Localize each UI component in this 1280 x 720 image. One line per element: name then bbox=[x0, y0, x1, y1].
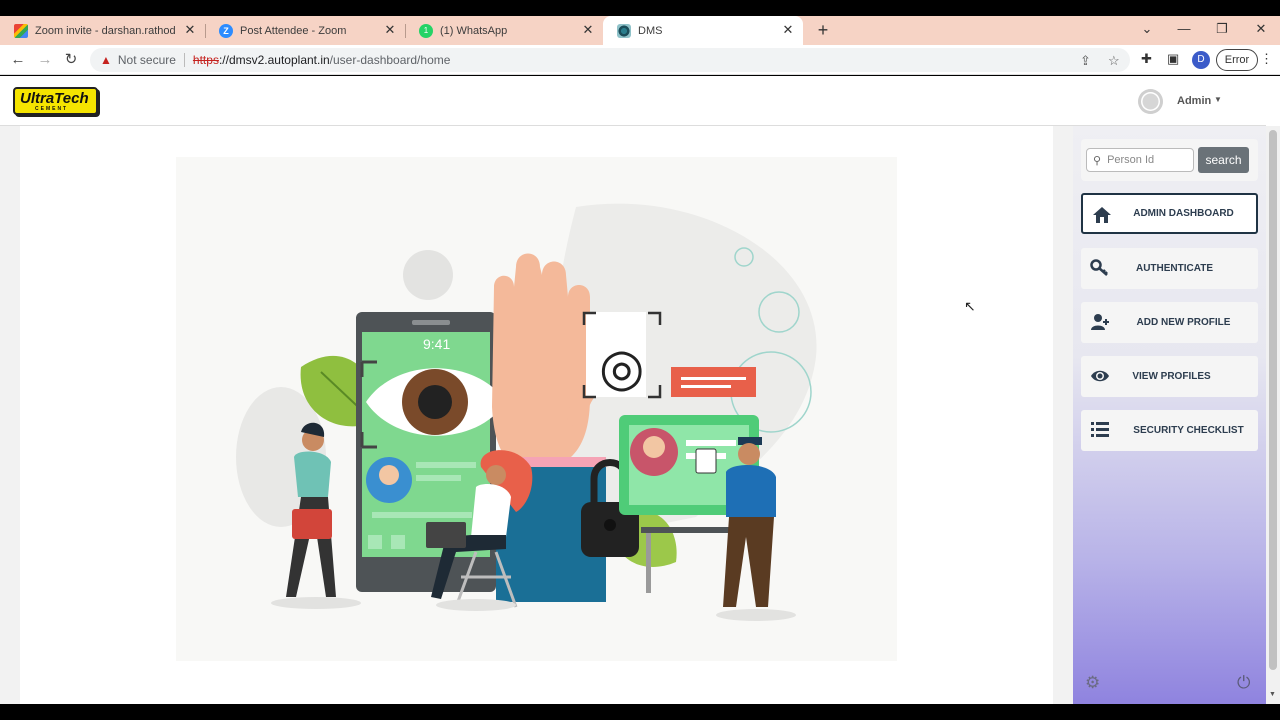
extensions-puzzle-icon[interactable]: ✚ bbox=[1141, 51, 1152, 67]
browser-menu-icon[interactable]: ⋮ bbox=[1260, 51, 1273, 67]
error-badge-button[interactable]: Error bbox=[1216, 49, 1258, 71]
right-margin bbox=[1053, 126, 1073, 704]
browser-toolbar: ← → ↻ ▲ Not secure https ://dmsv2.autopl… bbox=[0, 45, 1280, 75]
url-path: /user-dashboard/home bbox=[329, 53, 451, 67]
gmail-icon bbox=[14, 23, 28, 38]
mouse-cursor-icon: ↖ bbox=[964, 298, 976, 314]
person-search-panel: ⚲ search bbox=[1081, 139, 1258, 181]
close-icon[interactable]: ✕ bbox=[383, 23, 397, 37]
sidebar-item-label: AUTHENTICATE bbox=[1135, 263, 1214, 274]
tab-title: Zoom invite - darshan.rathod@d bbox=[35, 24, 175, 37]
security-illustration: 9:41 ◎ bbox=[176, 157, 897, 661]
dms-icon bbox=[617, 23, 631, 38]
forward-arrow-icon[interactable]: → bbox=[36, 51, 54, 69]
sidebar-item-label: VIEW PROFILES bbox=[1132, 371, 1211, 382]
profile-avatar[interactable]: D bbox=[1192, 51, 1210, 69]
left-margin bbox=[0, 126, 20, 704]
screen-top-border bbox=[0, 0, 1280, 16]
tab-title: DMS bbox=[638, 24, 663, 37]
search-button[interactable]: search bbox=[1198, 147, 1249, 173]
url-host: ://dmsv2.autoplant.in bbox=[218, 53, 330, 67]
tab-title: Post Attendee - Zoom bbox=[240, 24, 347, 37]
minimize-icon[interactable]: — bbox=[1174, 20, 1194, 38]
sidebar-item-view-profiles[interactable]: VIEW PROFILES bbox=[1081, 356, 1258, 397]
tab-dms[interactable]: DMS ✕ bbox=[603, 16, 803, 45]
ultratech-logo[interactable]: UltraTech CEMENT bbox=[13, 87, 98, 115]
back-arrow-icon[interactable]: ← bbox=[9, 51, 27, 69]
close-icon[interactable]: ✕ bbox=[581, 23, 595, 37]
svg-text:◎: ◎ bbox=[599, 338, 644, 398]
close-icon[interactable]: ✕ bbox=[781, 23, 795, 37]
tab-search-chevron-icon[interactable]: ⌄ bbox=[1137, 20, 1157, 38]
sidebar-item-security-checklist[interactable]: SECURITY CHECKLIST bbox=[1081, 410, 1258, 451]
tab-zoom[interactable]: Z Post Attendee - Zoom ✕ bbox=[205, 16, 405, 45]
phone-time: 9:41 bbox=[423, 336, 450, 352]
screen-bottom-border bbox=[0, 704, 1280, 720]
address-bar[interactable]: ▲ Not secure https ://dmsv2.autoplant.in… bbox=[90, 48, 1130, 72]
sidebar-item-admin-dashboard[interactable]: ADMIN DASHBOARD bbox=[1081, 193, 1258, 234]
side-panel-icon[interactable]: ▣ bbox=[1167, 51, 1179, 67]
url-scheme: https bbox=[192, 53, 219, 67]
page-scrollbar[interactable]: ▼ bbox=[1266, 126, 1280, 704]
app-page: UltraTech CEMENT Admin ▼ 9:41 ◎ ↖ ⚲ Pers… bbox=[0, 76, 1280, 704]
reload-icon[interactable]: ↻ bbox=[62, 51, 80, 69]
sidebar-item-add-new-profile[interactable]: ADD NEW PROFILE bbox=[1081, 302, 1258, 343]
tab-whatsapp[interactable]: 1 (1) WhatsApp ✕ bbox=[405, 16, 603, 45]
share-icon[interactable]: ⇪ bbox=[1080, 53, 1091, 69]
new-tab-button[interactable]: + bbox=[814, 20, 832, 40]
browser-tab-strip: Zoom invite - darshan.rathod@d ✕ Z Post … bbox=[0, 16, 1280, 45]
search-icon: ⚲ bbox=[1093, 154, 1102, 167]
whatsapp-icon: 1 bbox=[419, 23, 433, 38]
maximize-icon[interactable]: ❐ bbox=[1212, 20, 1232, 38]
sidebar-footer: ⚙ ⏻ bbox=[1073, 666, 1266, 704]
right-sidebar: ⚲ search ADMIN DASHBOARD AUTHENTICATE AD… bbox=[1073, 126, 1266, 704]
security-label: Not secure bbox=[117, 53, 176, 67]
sidebar-item-label: ADD NEW PROFILE bbox=[1136, 317, 1231, 328]
main-content: 9:41 ◎ ↖ bbox=[20, 126, 1053, 704]
logo-subtext: CEMENT bbox=[35, 106, 69, 112]
user-name[interactable]: Admin bbox=[1177, 95, 1211, 107]
scroll-down-arrow-icon[interactable]: ▼ bbox=[1269, 691, 1276, 698]
close-icon[interactable]: ✕ bbox=[183, 23, 197, 37]
user-avatar-icon[interactable] bbox=[1138, 89, 1163, 114]
gear-icon[interactable]: ⚙ bbox=[1085, 673, 1100, 693]
address-divider bbox=[183, 53, 185, 67]
zoom-icon: Z bbox=[219, 23, 233, 38]
sidebar-item-label: ADMIN DASHBOARD bbox=[1133, 208, 1234, 219]
person-id-input[interactable] bbox=[1107, 154, 1188, 166]
bookmark-star-icon[interactable]: ☆ bbox=[1108, 53, 1120, 69]
app-header: UltraTech CEMENT Admin ▼ bbox=[0, 76, 1266, 126]
caret-down-icon[interactable]: ▼ bbox=[1214, 95, 1222, 104]
scrollbar-thumb[interactable] bbox=[1269, 130, 1277, 670]
tab-gmail[interactable]: Zoom invite - darshan.rathod@d ✕ bbox=[0, 16, 205, 45]
sidebar-item-authenticate[interactable]: AUTHENTICATE bbox=[1081, 248, 1258, 289]
search-input-box[interactable]: ⚲ bbox=[1086, 148, 1194, 172]
sidebar-item-label: SECURITY CHECKLIST bbox=[1133, 425, 1244, 436]
warning-icon: ▲ bbox=[100, 53, 112, 67]
tab-title: (1) WhatsApp bbox=[440, 24, 508, 37]
power-icon[interactable]: ⏻ bbox=[1237, 673, 1250, 693]
window-close-icon[interactable]: ✕ bbox=[1251, 20, 1271, 38]
logo-text: UltraTech bbox=[20, 90, 89, 107]
